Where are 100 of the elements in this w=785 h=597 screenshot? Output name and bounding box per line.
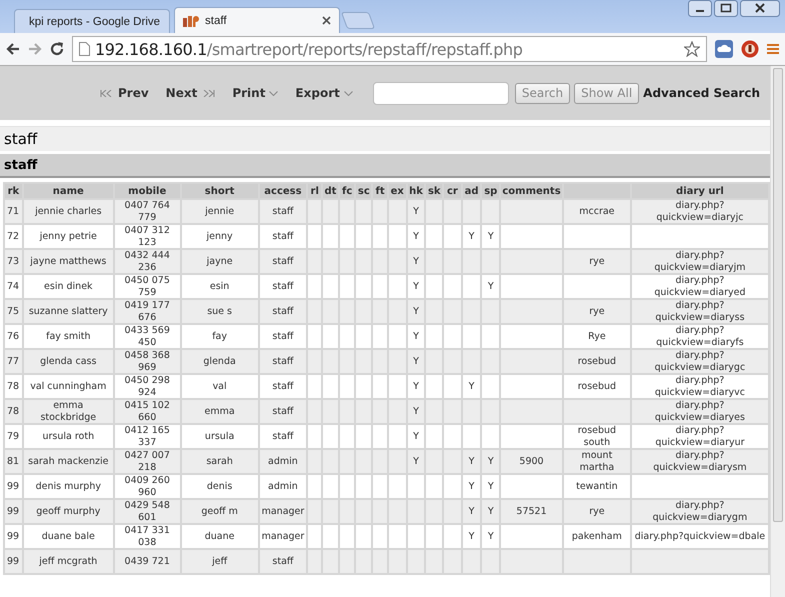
cloud-icon[interactable]	[715, 40, 733, 58]
table-cell: duane bale	[24, 525, 113, 548]
stop-sign-icon[interactable]	[741, 40, 759, 58]
table-cell: 78	[5, 375, 22, 398]
export-menu[interactable]: Export	[295, 86, 340, 100]
table-cell: jennie charles	[24, 200, 113, 223]
table-cell: staff	[260, 200, 306, 223]
column-header: comments	[501, 184, 562, 198]
table-cell: sarah mackenzie	[24, 450, 113, 473]
menu-icon[interactable]	[767, 43, 779, 55]
prev-link[interactable]: Prev	[118, 86, 149, 100]
reload-icon[interactable]	[50, 42, 64, 56]
table-cell: rosebud	[564, 375, 630, 398]
first-icon	[100, 90, 114, 96]
table-cell: 99	[5, 475, 22, 498]
table-cell: 0427 007 218	[114, 450, 180, 473]
table-cell: 77	[5, 350, 22, 373]
table-cell: tewantin	[564, 475, 630, 498]
search-field[interactable]	[372, 82, 509, 104]
table-cell: val	[182, 375, 258, 398]
table-cell: jeff mcgrath	[24, 550, 113, 573]
column-header: sc	[356, 184, 372, 198]
table-cell: 75	[5, 300, 22, 323]
browser-tab[interactable]: staff	[174, 7, 340, 33]
table-cell: sue s	[182, 300, 258, 323]
table-cell: glenda	[182, 350, 258, 373]
table-cell: 99	[5, 500, 22, 523]
table-cell: emma stockbridge	[24, 400, 113, 423]
maximize-icon[interactable]	[714, 0, 738, 17]
table-cell: jenny petrie	[24, 225, 113, 248]
table-cell: Y	[408, 425, 424, 448]
table-cell: Y	[408, 325, 424, 348]
back-icon[interactable]	[6, 43, 20, 55]
table-cell: fay	[182, 325, 258, 348]
table-cell: diary.php?quickview=diaryjc	[632, 200, 768, 223]
column-header: cr	[444, 184, 461, 198]
next-link[interactable]: Next	[166, 86, 198, 100]
table-cell: jennie	[182, 200, 258, 223]
table-cell: denis murphy	[24, 475, 113, 498]
scrollbar-thumb[interactable]	[773, 68, 783, 522]
table-cell: rye	[564, 250, 630, 273]
table-cell: 0450 298 924	[114, 375, 180, 398]
table-cell: staff	[260, 225, 306, 248]
table-cell: 5900	[501, 450, 562, 473]
table-cell: glenda cass	[24, 350, 113, 373]
table-cell: 99	[5, 525, 22, 548]
table-cell: esin	[182, 275, 258, 298]
table-cell: 0419 177 676	[114, 300, 180, 323]
table-cell: suzanne slattery	[24, 300, 113, 323]
table-cell: esin dinek	[24, 275, 113, 298]
table-cell: admin	[260, 475, 306, 498]
star-icon[interactable]	[684, 41, 700, 57]
table-cell: geoff murphy	[24, 500, 113, 523]
table-cell: rye	[564, 300, 630, 323]
table-cell: 76	[5, 325, 22, 348]
table-cell: jenny	[182, 225, 258, 248]
table-cell: staff	[260, 300, 306, 323]
close-icon[interactable]	[740, 0, 780, 17]
table-cell: 0432 444 236	[114, 250, 180, 273]
table-cell: jayne	[182, 250, 258, 273]
print-menu[interactable]: Print	[232, 86, 266, 100]
address-bar[interactable]: 192.168.160.1/smartreport/reports/repstaff/repstaff.php	[72, 36, 707, 62]
column-header: ft	[373, 184, 387, 198]
column-header: fc	[340, 184, 354, 198]
table-cell: Rye	[564, 325, 630, 348]
table-cell: Y	[462, 225, 480, 248]
section-header: staff	[0, 154, 770, 178]
table-cell: Y	[462, 525, 480, 548]
table-cell: 0407 764 779	[114, 200, 180, 223]
table-cell: 0458 368 969	[114, 350, 180, 373]
table-cell: Y	[408, 450, 424, 473]
table-cell: sarah	[182, 450, 258, 473]
table-cell: staff	[260, 400, 306, 423]
table-cell: Y	[408, 300, 424, 323]
column-header: rk	[5, 184, 22, 198]
advanced-search-link[interactable]: Advanced Search	[643, 86, 760, 100]
browser-tab[interactable]: kpi reports - Google Drive	[14, 9, 170, 33]
table-cell: Y	[408, 350, 424, 373]
table-cell: diary.php?quickview=diarygm	[632, 500, 768, 523]
column-header: sp	[482, 184, 500, 198]
table-cell: 0415 102 660	[114, 400, 180, 423]
table-cell: Y	[408, 250, 424, 273]
table-cell: staff	[260, 550, 306, 573]
table-cell: 0429 548 601	[114, 500, 180, 523]
table-cell: ursula	[182, 425, 258, 448]
table-cell: Y	[482, 500, 500, 523]
table-cell: Y	[408, 400, 424, 423]
table-cell: ursula roth	[24, 425, 113, 448]
column-header: hk	[408, 184, 424, 198]
table-cell: 0407 312 123	[114, 225, 180, 248]
table-cell: 0433 569 450	[114, 325, 180, 348]
last-icon	[201, 90, 216, 96]
minimize-icon[interactable]	[688, 0, 712, 17]
table-cell: jeff	[182, 550, 258, 573]
close-icon[interactable]	[322, 16, 331, 25]
table-cell: Y	[482, 450, 500, 473]
column-header: mobile	[114, 184, 180, 198]
table-cell: denis	[182, 475, 258, 498]
table-cell: manager	[260, 500, 306, 523]
table-cell: 79	[5, 425, 22, 448]
